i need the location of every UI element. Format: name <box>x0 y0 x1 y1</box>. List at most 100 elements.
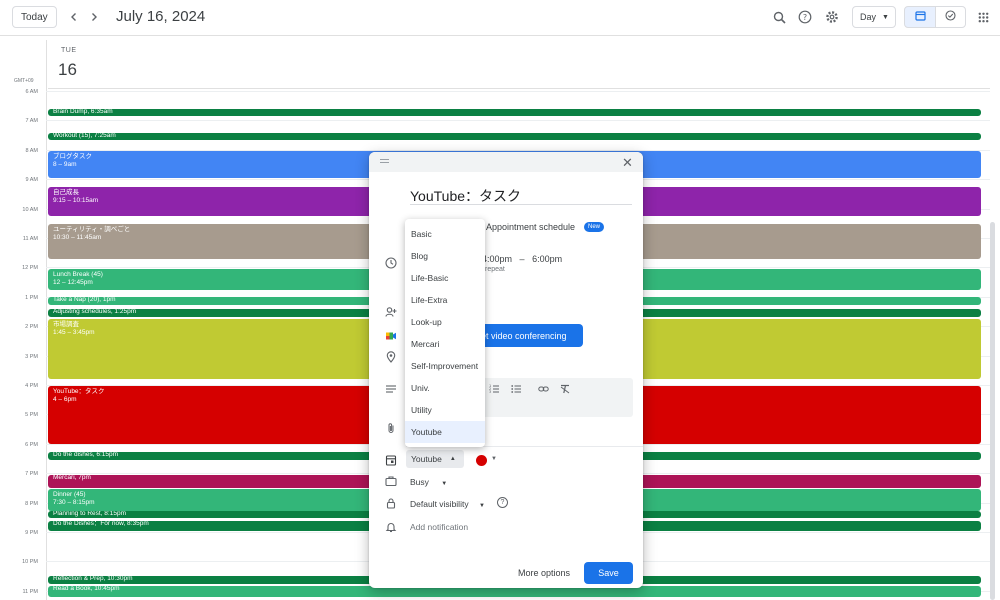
hour-gridline <box>46 120 990 122</box>
time-label: 2 PM <box>25 324 38 331</box>
calendar-event[interactable]: Brain Dump, 6:35am <box>48 109 981 116</box>
calendar-option[interactable]: Life-Basic <box>405 267 485 289</box>
appointment-schedule-tab[interactable]: Appointment schedule <box>486 222 575 232</box>
time-label: 1 PM <box>25 294 38 301</box>
lock-icon <box>384 496 398 510</box>
add-notification-link[interactable]: Add notification <box>410 522 468 532</box>
time-label: 3 PM <box>25 353 38 360</box>
visibility-select[interactable]: Default visibility ▼ <box>410 499 485 509</box>
calendar-dropdown-menu: Basic Blog Life-Basic Life-Extra Look-up Merc… <box>405 219 485 447</box>
visibility-value: Default visibility <box>410 499 469 509</box>
title-underline <box>410 204 632 205</box>
apps-grid-icon[interactable] <box>974 8 992 26</box>
numbered-list-icon[interactable]: 123 <box>489 384 499 397</box>
view-select[interactable]: Day ▼ <box>852 6 896 28</box>
time-label: 8 PM <box>25 500 38 507</box>
calendar-option[interactable]: Self-Improvement <box>405 355 485 377</box>
time-separator: – <box>519 254 525 264</box>
date-title: July 16, 2024 <box>116 8 206 25</box>
event-title: Workout (15), 7:25am <box>53 133 116 139</box>
availability-select[interactable]: Busy ▼ <box>410 477 447 487</box>
description-toolbar: 123 <box>475 378 633 417</box>
bell-icon <box>384 520 398 534</box>
day-name: TUE <box>61 47 77 54</box>
link-icon[interactable] <box>538 384 549 397</box>
svg-text:3: 3 <box>489 390 491 394</box>
caret-down-icon: ▼ <box>441 481 448 487</box>
day-number[interactable]: 16 <box>58 60 77 80</box>
calendar-event[interactable]: Workout (15), 7:25am <box>48 133 981 140</box>
calendar-option[interactable]: Univ. <box>405 377 485 399</box>
clear-formatting-icon[interactable] <box>560 384 570 397</box>
calendar-option[interactable]: Life-Extra <box>405 289 485 311</box>
add-video-conferencing-button[interactable]: et video conferencing <box>475 324 583 347</box>
time-label: 11 PM <box>22 588 39 595</box>
calendar-view-toggle[interactable] <box>904 6 936 28</box>
availability-value: Busy <box>410 477 429 487</box>
caret-down-icon: ▼ <box>478 503 485 509</box>
timezone-label: GMT+09 <box>14 78 34 84</box>
help-icon[interactable]: ? <box>796 8 814 26</box>
calendar-select-icon <box>384 453 398 467</box>
search-icon[interactable] <box>770 8 788 26</box>
gear-icon[interactable] <box>823 8 841 26</box>
more-options-button[interactable]: More options <box>518 568 570 578</box>
calendar-option[interactable]: Utility <box>405 399 485 421</box>
time-range[interactable]: 4:00pm – 6:00pm <box>482 254 562 264</box>
dialog-titlebar[interactable]: ✕ <box>369 152 643 172</box>
caret-up-icon: ▲ <box>449 456 456 462</box>
time-label: 12 PM <box>22 265 38 272</box>
time-label: 6 AM <box>25 89 38 95</box>
clock-icon <box>384 256 398 270</box>
calendar-option[interactable]: Blog <box>405 245 485 267</box>
location-icon <box>384 350 398 364</box>
event-title: Brain Dump, 6:35am <box>53 109 113 115</box>
time-end[interactable]: 6:00pm <box>532 254 562 264</box>
drag-handle-icon[interactable] <box>380 159 389 163</box>
tasks-view-toggle[interactable] <box>935 6 966 28</box>
calendar-option[interactable]: Basic <box>405 223 485 245</box>
today-button[interactable]: Today <box>12 6 57 28</box>
svg-text:?: ? <box>803 13 807 22</box>
visibility-help-icon[interactable]: ? <box>497 497 508 508</box>
view-select-label: Day <box>860 12 877 22</box>
grid-left-border <box>46 40 47 600</box>
caret-down-icon: ▼ <box>882 13 889 21</box>
bulleted-list-icon[interactable] <box>511 384 521 397</box>
chevron-right-icon[interactable] <box>86 8 102 26</box>
time-label: 4 PM <box>25 383 38 389</box>
event-title-input[interactable]: YouTube：タスク <box>410 186 521 206</box>
description-icon <box>384 382 398 396</box>
event-color-swatch[interactable] <box>476 455 487 466</box>
time-start[interactable]: 4:00pm <box>482 254 512 264</box>
time-label: 9 PM <box>25 530 38 536</box>
time-label: 8 AM <box>25 147 38 154</box>
time-label: 11 AM <box>22 236 38 242</box>
scrollbar[interactable] <box>990 222 995 600</box>
time-label: 7 PM <box>25 471 38 478</box>
close-icon[interactable]: ✕ <box>622 155 633 171</box>
color-caret-icon[interactable]: ▼ <box>491 456 497 462</box>
time-label: 7 AM <box>25 118 38 125</box>
calendar-select[interactable]: Youtube ▲ <box>406 450 464 468</box>
time-label: 9 AM <box>25 177 38 184</box>
time-label: 10 AM <box>22 206 38 213</box>
hour-gridline <box>46 91 990 92</box>
calendar-option[interactable]: Mercari <box>405 333 485 355</box>
calendar-option[interactable]: Look-up <box>405 311 485 333</box>
time-label: 10 PM <box>22 559 38 566</box>
time-label: 6 PM <box>25 441 38 448</box>
repeat-select[interactable]: repeat <box>485 266 505 273</box>
briefcase-icon <box>384 474 398 488</box>
top-header: Today July 16, 2024 ? Day ▼ <box>0 0 1000 36</box>
time-label: 5 PM <box>25 412 38 419</box>
task-check-icon <box>945 8 956 26</box>
allday-divider <box>48 88 990 89</box>
calendar-option[interactable]: Youtube <box>405 421 485 443</box>
calendar-select-value: Youtube <box>411 454 442 464</box>
save-button[interactable]: Save <box>584 562 633 584</box>
chevron-left-icon[interactable] <box>66 8 82 26</box>
new-badge: New <box>584 222 605 232</box>
calendar-icon <box>914 8 926 26</box>
guests-icon <box>384 305 398 319</box>
